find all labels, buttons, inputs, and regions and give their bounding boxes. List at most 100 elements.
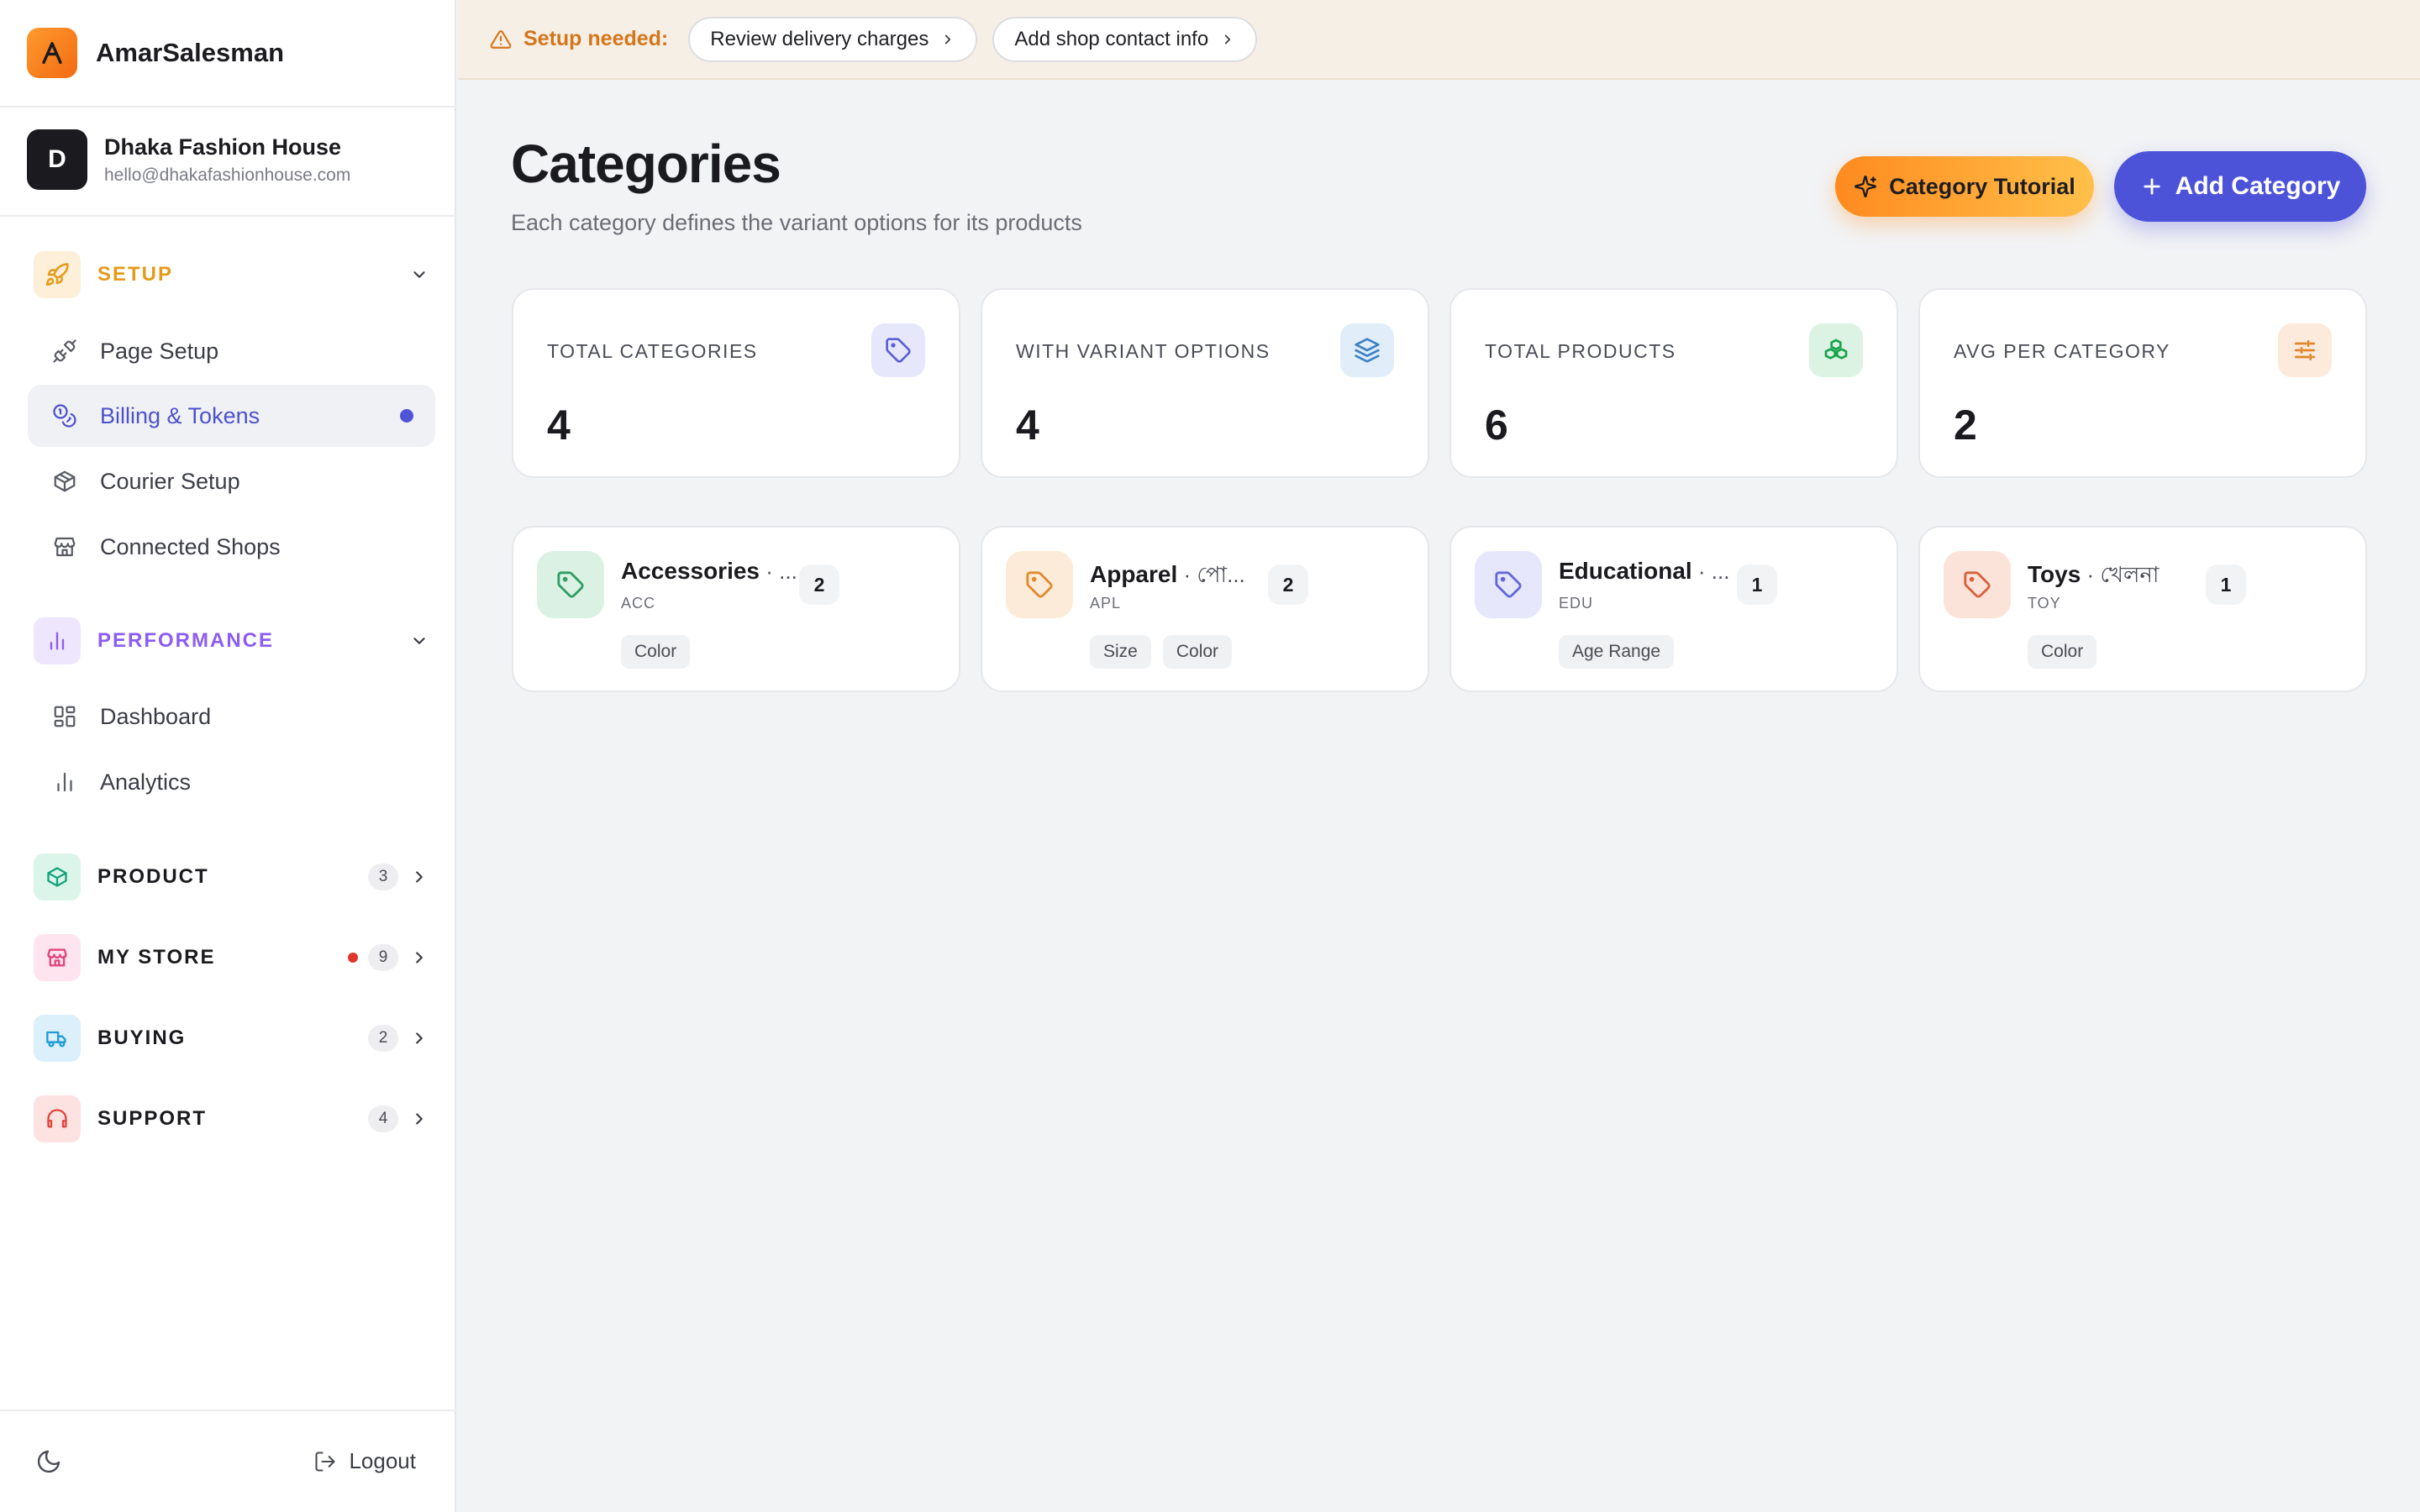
store-icon (50, 533, 79, 561)
button-label: Add Category (2175, 172, 2341, 200)
chevron-down-icon (413, 271, 425, 278)
bar-chart-icon (50, 768, 79, 796)
tag-icon (1006, 551, 1073, 618)
chevron-right-icon (416, 1113, 423, 1125)
section-label: BUYING (97, 1026, 187, 1049)
category-name: Educational · ... (1559, 558, 1730, 584)
section-label: PRODUCT (97, 865, 209, 888)
tag-icon (1944, 551, 2011, 618)
logout-label: Logout (349, 1448, 416, 1473)
package-icon (50, 467, 79, 496)
button-label: Category Tutorial (1889, 173, 2075, 199)
category-code: APL (1090, 595, 1122, 612)
banner-label: Setup needed: (523, 27, 669, 50)
shop-switcher[interactable]: D Dhaka Fashion House hello@dhakafashion… (27, 129, 350, 190)
layers-icon (1340, 323, 1394, 377)
product-count-badge: 2 (799, 564, 839, 605)
stat-card-with-variant-options: WITH VARIANT OPTIONS 4 (981, 288, 1429, 478)
divider (0, 106, 456, 108)
sidebar-item-billing-tokens[interactable]: Billing & Tokens (28, 385, 435, 447)
count-badge: 2 (368, 1025, 398, 1052)
nav-label: Billing & Tokens (100, 402, 260, 428)
category-card-toys[interactable]: Toys · খেলনা TOY 1 Color (1918, 526, 2367, 692)
tag-icon (1475, 551, 1542, 618)
setup-banner: Setup needed: Review delivery charges Ad… (458, 0, 2420, 80)
plus-icon (2144, 178, 2160, 195)
box-icon (34, 853, 81, 900)
product-count-badge: 1 (2206, 564, 2246, 605)
pill-label: Add shop contact info (1014, 27, 1209, 50)
stat-card-avg-per-category: AVG PER CATEGORY 2 (1918, 288, 2367, 478)
variant-tag: Age Range (1559, 635, 1675, 669)
section-performance[interactable]: PERFORMANCE (34, 617, 429, 665)
variant-tag: Color (2028, 635, 2097, 669)
sidebar-item-courier-setup[interactable]: Courier Setup (28, 450, 435, 512)
category-code: TOY (2028, 595, 2061, 612)
category-code: ACC (621, 595, 656, 612)
bar-chart-icon (34, 617, 81, 664)
sidebar-item-connected-shops[interactable]: Connected Shops (28, 516, 435, 578)
category-tutorial-button[interactable]: Category Tutorial (1835, 156, 2094, 217)
dashboard-icon (50, 702, 79, 731)
nav-label: Courier Setup (100, 468, 240, 494)
alert-dot (348, 953, 358, 963)
stat-value: 2 (1954, 402, 1977, 449)
logout-button[interactable]: Logout (313, 1448, 416, 1474)
brand[interactable]: AmarSalesman (27, 27, 284, 79)
chevron-right-icon (945, 34, 951, 44)
count-badge: 9 (368, 944, 398, 971)
section-setup[interactable]: SETUP (34, 250, 429, 299)
pill-label: Review delivery charges (710, 27, 929, 50)
coins-icon (50, 402, 79, 430)
section-label: SETUP (97, 263, 174, 286)
section-support[interactable]: SUPPORT 4 (34, 1095, 429, 1143)
stat-card-total-categories: TOTAL CATEGORIES 4 (512, 288, 960, 478)
plug-icon (50, 337, 79, 365)
sidebar-item-analytics[interactable]: Analytics (28, 751, 435, 813)
add-category-button[interactable]: Add Category (2114, 151, 2366, 222)
product-count-badge: 2 (1268, 564, 1308, 605)
add-shop-contact-info-button[interactable]: Add shop contact info (992, 16, 1258, 62)
variant-tag: Color (1162, 635, 1233, 669)
category-card-educational[interactable]: Educational · ... EDU 1 Age Range (1449, 526, 1898, 692)
divider (0, 215, 456, 217)
variant-tag: Color (621, 635, 691, 669)
count-badge: 3 (368, 864, 398, 890)
chevron-right-icon (416, 952, 423, 963)
moon-icon[interactable] (35, 1448, 66, 1478)
brand-logo (27, 28, 77, 78)
count-badge: 4 (368, 1105, 398, 1132)
stat-label: AVG PER CATEGORY (1954, 340, 2170, 362)
chevron-right-icon (1225, 34, 1231, 44)
warning-icon (490, 29, 512, 49)
category-card-apparel[interactable]: Apparel · পো... APL 2 Size Color (981, 526, 1429, 692)
section-buying[interactable]: BUYING 2 (34, 1014, 429, 1063)
page-title: Categories (511, 134, 781, 194)
chevron-right-icon (416, 871, 423, 883)
headset-icon (34, 1095, 81, 1142)
section-product[interactable]: PRODUCT 3 (34, 853, 429, 901)
section-my-store[interactable]: MY STORE 9 (34, 933, 429, 982)
sidebar-footer: Logout (0, 1410, 456, 1512)
truck-icon (34, 1015, 81, 1062)
category-name: Apparel · পো... (1090, 561, 1245, 587)
sidebar-item-page-setup[interactable]: Page Setup (28, 320, 435, 382)
store-icon (34, 934, 81, 981)
stat-label: WITH VARIANT OPTIONS (1016, 340, 1270, 362)
shop-email: hello@dhakafashionhouse.com (104, 165, 351, 185)
logout-icon (315, 1451, 336, 1472)
shop-name: Dhaka Fashion House (104, 134, 342, 160)
chevron-right-icon (416, 1032, 423, 1044)
nav-label: Page Setup (100, 338, 219, 364)
stat-label: TOTAL PRODUCTS (1485, 340, 1676, 362)
category-name: Toys · খেলনা (2028, 561, 2160, 587)
sidebar-item-dashboard[interactable]: Dashboard (28, 685, 435, 748)
review-delivery-charges-button[interactable]: Review delivery charges (688, 16, 978, 62)
nav-label: Connected Shops (100, 533, 281, 559)
tag-icon (871, 323, 925, 377)
section-label: PERFORMANCE (97, 629, 275, 652)
category-card-accessories[interactable]: Accessories · ... ACC 2 Color (512, 526, 960, 692)
variant-tag: Size (1090, 635, 1151, 669)
sliders-icon (2278, 323, 2332, 377)
page-subtitle: Each category defines the variant option… (511, 210, 1082, 235)
